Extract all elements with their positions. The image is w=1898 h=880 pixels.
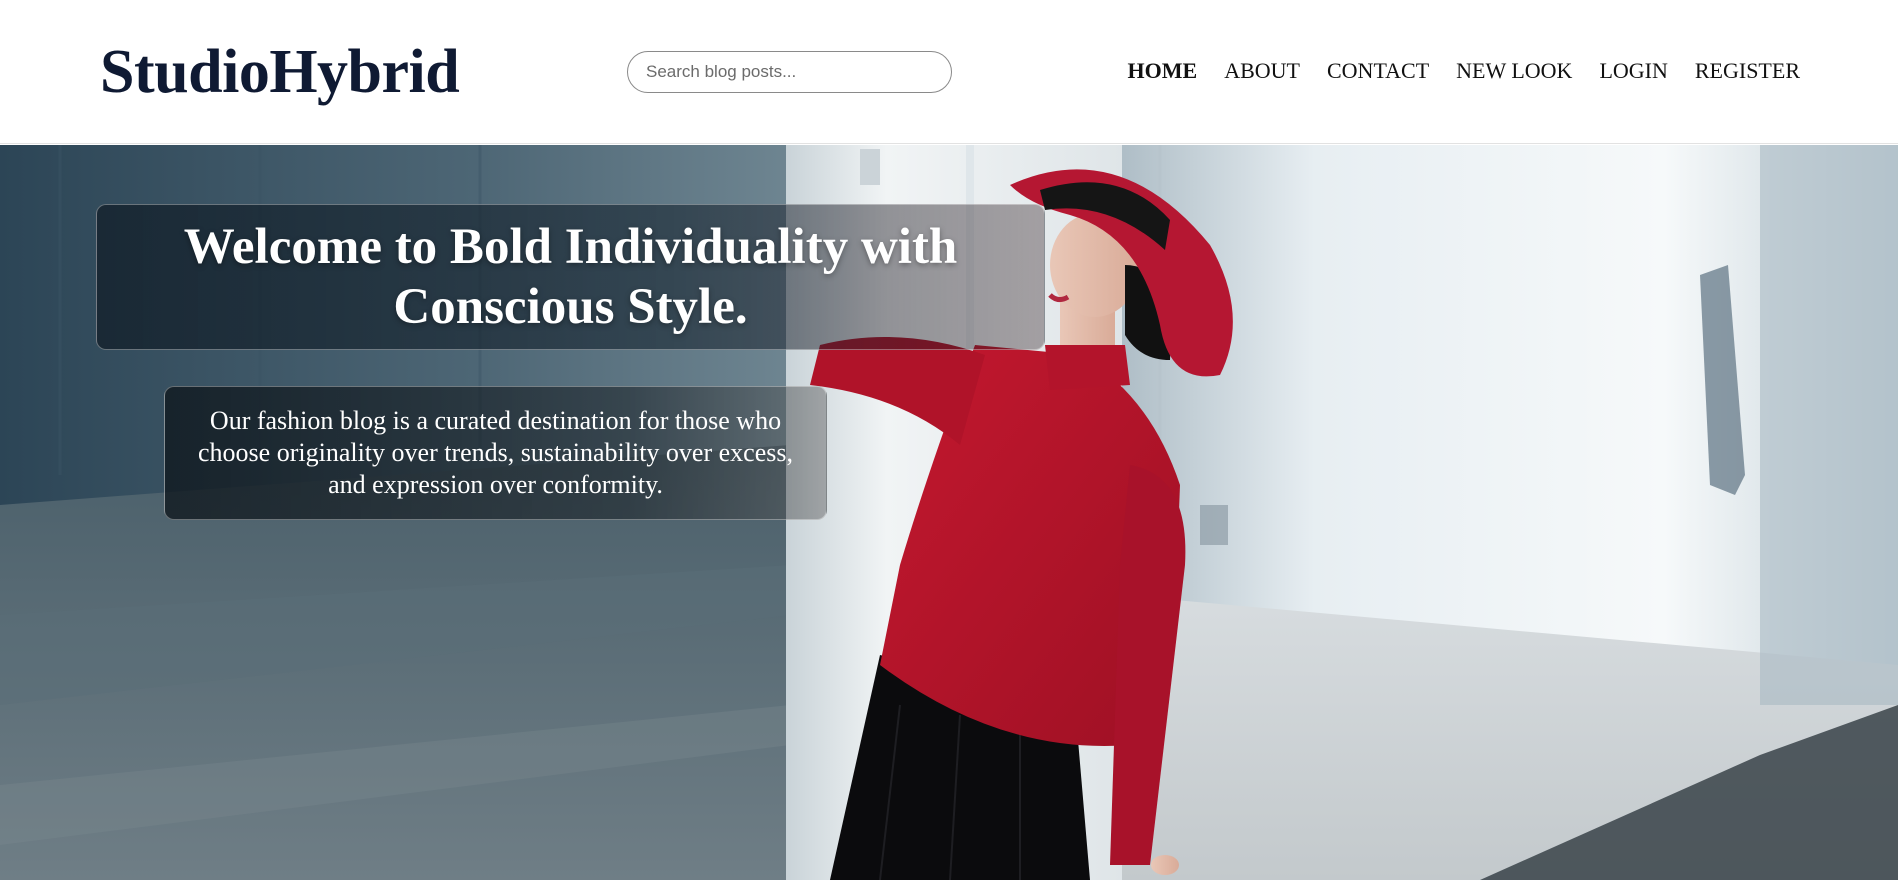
hero-description-card: Our fashion blog is a curated destinatio… [164, 386, 827, 520]
hero-title-card: Welcome to Bold Individuality with Consc… [96, 204, 1045, 350]
nav-contact-link[interactable]: CONTACT [1327, 56, 1429, 86]
nav-register-link[interactable]: REGISTER [1695, 56, 1800, 86]
nav-login-link[interactable]: LOGIN [1599, 56, 1667, 86]
main-nav: HOME ABOUT CONTACT NEW LOOK LOGIN REGIST… [1128, 56, 1800, 86]
nav-home-link[interactable]: HOME [1128, 56, 1198, 86]
nav-about-link[interactable]: ABOUT [1224, 56, 1300, 86]
hero-description: Our fashion blog is a curated destinatio… [198, 406, 793, 499]
search-input[interactable] [627, 51, 952, 93]
site-logo[interactable]: StudioHybrid [100, 36, 460, 108]
hero-title: Welcome to Bold Individuality with Consc… [183, 219, 958, 335]
nav-new-look-link[interactable]: NEW LOOK [1456, 56, 1572, 86]
hero-section: Welcome to Bold Individuality with Consc… [0, 145, 1898, 880]
site-header: StudioHybrid HOME ABOUT CONTACT NEW LOOK… [0, 0, 1898, 144]
